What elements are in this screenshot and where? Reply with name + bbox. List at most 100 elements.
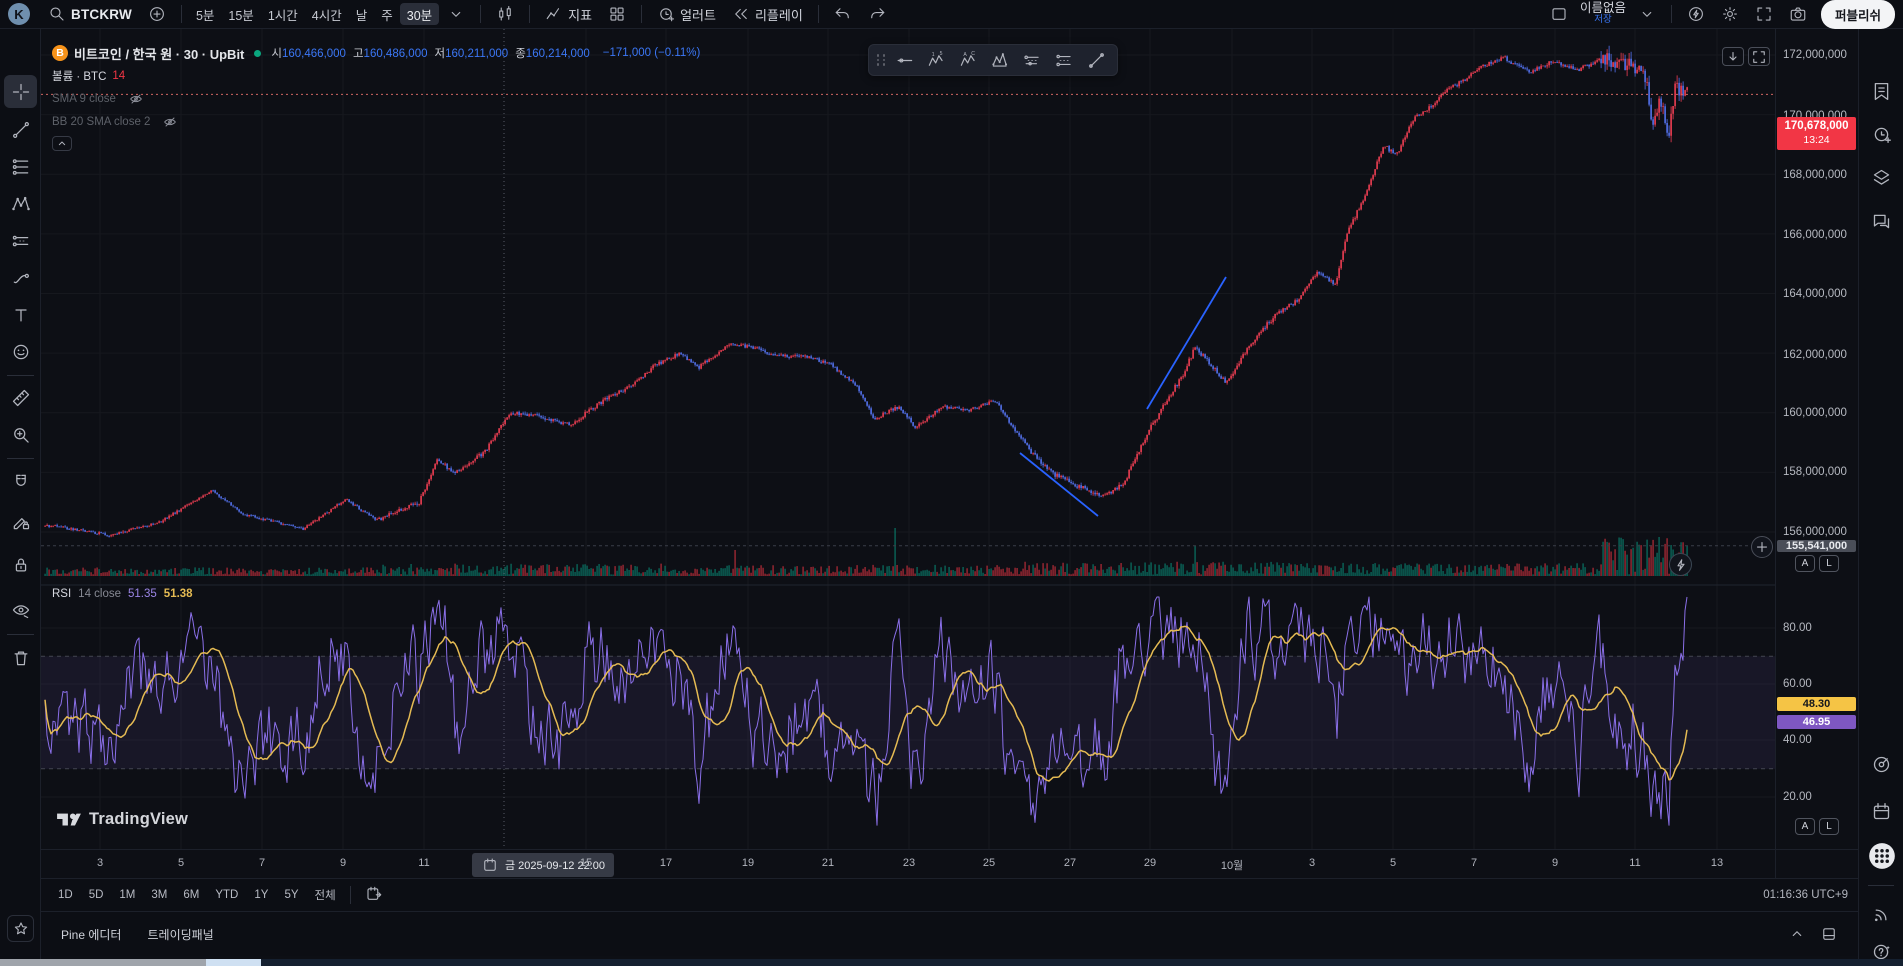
- add-alert-plus-button[interactable]: [1751, 536, 1773, 558]
- volume-label[interactable]: 볼륨 · BTC: [52, 68, 106, 84]
- snapshot-button[interactable]: [1781, 2, 1815, 26]
- chart-settings-button[interactable]: [1713, 2, 1747, 26]
- replay-button[interactable]: 리플레이: [724, 2, 811, 26]
- broadcast-button[interactable]: [1867, 900, 1896, 929]
- symbol-search-button[interactable]: BTCKRW: [40, 2, 140, 26]
- crosshair-tool-button[interactable]: [4, 75, 37, 108]
- save-label[interactable]: 저장: [1594, 14, 1611, 25]
- calendar-button[interactable]: [1867, 797, 1896, 826]
- zoom-in-tool-button[interactable]: [4, 418, 37, 451]
- parallel-channel-button[interactable]: [1017, 47, 1047, 73]
- range-6M-button[interactable]: 6M: [176, 886, 206, 904]
- legend-collapse-button[interactable]: [52, 136, 72, 151]
- text-tool-tool-button[interactable]: [4, 298, 37, 331]
- remove-drawings-tool-button[interactable]: [4, 641, 37, 674]
- range-1D-button[interactable]: 1D: [51, 886, 80, 904]
- symbol-title[interactable]: 비트코인 / 한국 원 · 30 · UpBit: [74, 44, 244, 63]
- horizontal-ray-button[interactable]: [889, 47, 919, 73]
- lock-drawings-tool-button[interactable]: [4, 548, 37, 581]
- object-tree-button[interactable]: [1867, 163, 1896, 192]
- indicator-sma-label[interactable]: SMA 9 close: [52, 93, 116, 105]
- emoji-tool-button[interactable]: [4, 335, 37, 368]
- range-전체-button[interactable]: 전체: [308, 884, 343, 906]
- timeframe-dropdown[interactable]: [439, 2, 473, 26]
- fullscreen-button[interactable]: [1747, 2, 1781, 26]
- tab-pine-editor[interactable]: Pine 에디터: [61, 926, 121, 943]
- chart-style-button[interactable]: [488, 2, 522, 26]
- trend-line-mini-button[interactable]: [1081, 47, 1111, 73]
- quick-trade-button[interactable]: [1669, 553, 1692, 576]
- user-avatar[interactable]: K: [8, 3, 30, 25]
- log-scale-button[interactable]: L: [1819, 555, 1839, 572]
- alert-button[interactable]: 얼러트: [649, 2, 724, 26]
- price-axis[interactable]: 170,678,000 13:24 172,000,000170,000,000…: [1775, 29, 1858, 849]
- pane-maximize-button[interactable]: [1748, 47, 1770, 66]
- rsi-legend[interactable]: RSI 14 close 51.35 51.38: [52, 588, 193, 600]
- chevron-up-icon[interactable]: [1788, 925, 1806, 943]
- publish-button[interactable]: 퍼블리쉬: [1821, 0, 1895, 29]
- stay-drawing-mode-tool-button[interactable]: [4, 505, 37, 538]
- ruler-tool-button[interactable]: [4, 381, 37, 414]
- timeframe-1시간[interactable]: 1시간: [261, 3, 305, 25]
- crosshair-icon: [11, 82, 31, 102]
- chat-button[interactable]: [1867, 207, 1896, 236]
- apps-grid-button[interactable]: [1867, 841, 1896, 870]
- eye-off-icon[interactable]: [128, 91, 144, 107]
- flat-channel-button[interactable]: [1049, 47, 1079, 73]
- expand-panel-icon[interactable]: [1820, 925, 1838, 943]
- layout-dropdown[interactable]: [1630, 2, 1664, 26]
- elliott-impulse-wave-button[interactable]: 15: [921, 47, 951, 73]
- xabcd-pattern-tool-button[interactable]: [4, 187, 37, 220]
- range-1M-button[interactable]: 1M: [112, 886, 142, 904]
- timeframe-4시간[interactable]: 4시간: [305, 3, 349, 25]
- undo-button[interactable]: [826, 2, 860, 26]
- trend-line-tool-button[interactable]: [4, 113, 37, 146]
- watchlist-button[interactable]: [1867, 77, 1896, 106]
- elliott-correction-wave-button[interactable]: AC: [953, 47, 983, 73]
- range-5Y-button[interactable]: 5Y: [277, 886, 305, 904]
- hide-drawings-tool-button[interactable]: [4, 593, 37, 626]
- xabcd-mini-button[interactable]: [985, 47, 1015, 73]
- range-5D-button[interactable]: 5D: [82, 886, 111, 904]
- fib-retracement-tool-button[interactable]: [4, 150, 37, 183]
- price-change: −171,000 (−0.11%): [603, 47, 701, 59]
- redo-button[interactable]: [860, 2, 894, 26]
- range-1Y-button[interactable]: 1Y: [247, 886, 275, 904]
- log-scale-button[interactable]: L: [1819, 818, 1839, 835]
- text-tool-icon: [11, 305, 31, 325]
- favorite-drawings-button[interactable]: [7, 915, 34, 942]
- range-3M-button[interactable]: 3M: [144, 886, 174, 904]
- toolbar-separator: [818, 5, 819, 23]
- clock-timezone[interactable]: 01:16:36 UTC+9: [1763, 889, 1848, 901]
- timeframe-15분[interactable]: 15분: [221, 3, 260, 25]
- layout-name-block[interactable]: 이름없음 저장: [1576, 3, 1630, 25]
- trend-line-mini-icon: [1087, 51, 1106, 70]
- timeframe-5분[interactable]: 5분: [189, 3, 221, 25]
- indicator-templates-button[interactable]: [600, 2, 634, 26]
- tab-trading-panel[interactable]: 트레이딩패널: [147, 926, 213, 943]
- drag-handle[interactable]: [875, 50, 887, 70]
- goto-date-button[interactable]: [358, 882, 390, 909]
- timeframe-30분[interactable]: 30분: [400, 3, 439, 25]
- auto-scale-button[interactable]: A: [1795, 818, 1815, 835]
- compare-add-button[interactable]: [140, 2, 174, 26]
- timeframe-주[interactable]: 주: [374, 3, 400, 25]
- tradingview-watermark[interactable]: TradingView: [56, 806, 188, 832]
- position-tool-tool-button[interactable]: [4, 224, 37, 257]
- alert-clock-button[interactable]: [1867, 120, 1896, 149]
- brush-tool-button[interactable]: [4, 261, 37, 294]
- pane-collapse-button[interactable]: [1722, 47, 1744, 66]
- range-YTD-button[interactable]: YTD: [208, 886, 245, 904]
- chart-canvas[interactable]: [41, 29, 1775, 849]
- auto-scale-button[interactable]: A: [1795, 555, 1815, 572]
- indicators-button[interactable]: 지표: [537, 2, 600, 26]
- magnet-tool-button[interactable]: [4, 465, 37, 498]
- layout-select-button[interactable]: [1542, 2, 1576, 26]
- indicator-bb-label[interactable]: BB 20 SMA close 2: [52, 116, 150, 128]
- sidebar-divider: [1868, 885, 1894, 886]
- time-axis[interactable]: 금 2025-09-12 22:00 357911151719212325272…: [41, 849, 1775, 878]
- hotlist-radar-button[interactable]: [1867, 750, 1896, 779]
- timeframe-날[interactable]: 날: [349, 3, 375, 25]
- eye-off-icon[interactable]: [162, 114, 178, 130]
- quick-search-button[interactable]: [1679, 2, 1713, 26]
